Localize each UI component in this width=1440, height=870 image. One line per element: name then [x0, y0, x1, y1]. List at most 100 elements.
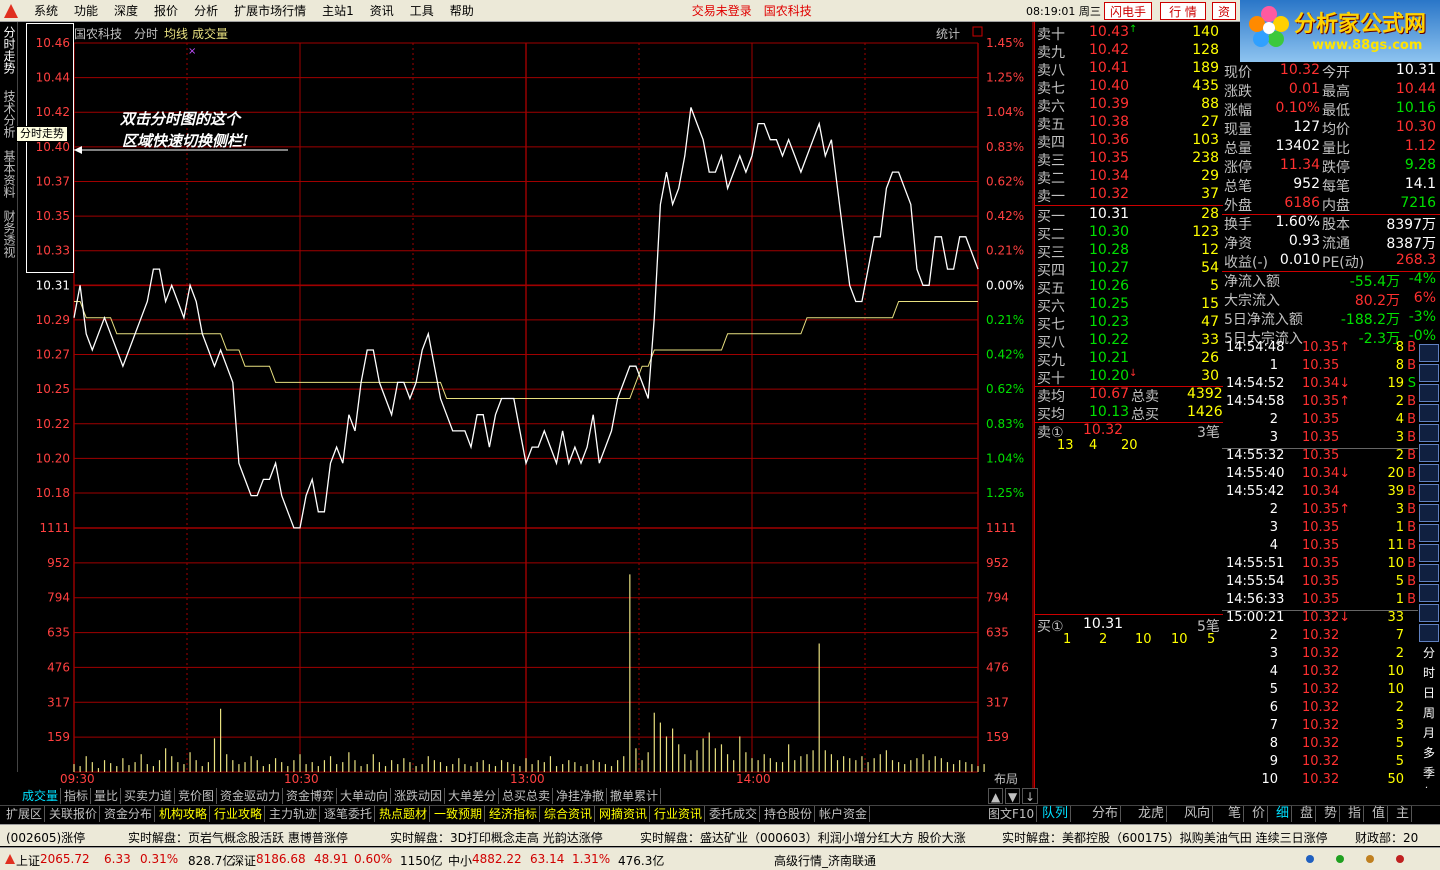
tick-row[interactable]: 8 10.32 5 [1222, 736, 1418, 754]
menu-news[interactable]: 资讯 [362, 2, 402, 19]
sell-level[interactable]: 卖四 10.36 103 [1035, 132, 1223, 151]
side-tab-profile[interactable]: 基本资料 [1, 150, 17, 198]
indicator-tab[interactable]: 涨跌动因 [392, 788, 446, 804]
tick-row[interactable]: 15:00:21 10.32↓ 33 [1222, 610, 1418, 628]
book-tab[interactable]: 风向 [1182, 806, 1214, 822]
indicator-tab[interactable]: 资金博弈 [284, 788, 338, 804]
buy-level[interactable]: 买十 10.20 30 ↓ [1035, 368, 1223, 387]
chart-stat-label[interactable]: 统计 [936, 27, 960, 41]
brand-url[interactable]: www.88gs.com [1312, 38, 1422, 53]
tick-row[interactable]: 2 10.35 4 B [1222, 412, 1418, 430]
period-tab[interactable]: 时 [1419, 664, 1439, 682]
indicator-tab[interactable]: 竞价图 [176, 788, 218, 804]
ticker-item[interactable]: 实时解盘：美都控股（600175）拟购美油气田 连续三日涨停 [1002, 829, 1328, 846]
buy-level[interactable]: 买八 10.22 33 [1035, 332, 1223, 351]
menu-help[interactable]: 帮助 [442, 2, 482, 19]
tick-row[interactable]: 14:54:48 10.35↑ 8 B [1222, 340, 1418, 358]
sell-level[interactable]: 卖六 10.39 88 [1035, 96, 1223, 115]
layout-button[interactable]: 布局 [994, 772, 1018, 786]
tick-row[interactable]: 9 10.32 5 [1222, 754, 1418, 772]
period-tab[interactable]: 季 [1419, 764, 1439, 782]
tick-row[interactable]: 14:54:52 10.34↓ 19 S [1222, 376, 1418, 394]
book-tab[interactable]: 指 [1346, 806, 1365, 822]
extension-tab[interactable]: 持仓股份 [762, 806, 816, 822]
quote-button[interactable]: 行 情 [1160, 2, 1206, 20]
period-tab[interactable]: 日 [1419, 684, 1439, 702]
extension-tab[interactable]: 网摘资讯 [597, 806, 651, 822]
tick-row[interactable]: 14:55:42 10.34 39 B [1222, 484, 1418, 502]
period-tab[interactable]: 周 [1419, 704, 1439, 722]
tick-row[interactable]: 2 10.35↑ 3 B [1222, 502, 1418, 520]
indicator-tab[interactable]: 总买总卖 [500, 788, 554, 804]
sh-label[interactable]: 上证 [16, 852, 40, 869]
tick-row[interactable]: 7 10.32 3 [1222, 718, 1418, 736]
period-tab[interactable]: 月 [1419, 724, 1439, 742]
menu-tools[interactable]: 工具 [402, 2, 442, 19]
tick-row[interactable]: 5 10.32 10 [1222, 682, 1418, 700]
side-tab-intraday[interactable]: 分时走势 [1, 26, 17, 74]
tick-row[interactable]: 4 10.35 11 B [1222, 538, 1418, 556]
menu-function[interactable]: 功能 [66, 2, 106, 19]
tool-icon[interactable] [1419, 584, 1439, 602]
tool-icon[interactable] [1419, 384, 1439, 402]
extension-tab[interactable]: 热点题材 [377, 806, 431, 822]
book-tab[interactable]: 笔 [1226, 806, 1245, 822]
tick-row[interactable]: 3 10.35 1 B [1222, 520, 1418, 538]
sell-level[interactable]: 卖十 10.43 140 ↑ [1035, 24, 1223, 43]
extension-tab[interactable]: 行业资讯 [652, 806, 706, 822]
menu-analysis[interactable]: 分析 [186, 2, 226, 19]
extension-tab[interactable]: 主力轨迹 [267, 806, 321, 822]
tool-icon[interactable] [1419, 424, 1439, 442]
tick-row[interactable]: 14:55:40 10.34↓ 20 B [1222, 466, 1418, 484]
period-tab[interactable]: 分 [1419, 644, 1439, 662]
scroll-down-icon[interactable]: ▼ [1005, 788, 1021, 804]
menu-main-station[interactable]: 主站1 [314, 2, 362, 19]
book-tab[interactable]: 势 [1322, 806, 1341, 822]
period-tab[interactable]: 多 [1419, 744, 1439, 762]
extension-tab[interactable]: 帐户资金 [817, 806, 871, 822]
extension-tab[interactable]: 一致预期 [432, 806, 486, 822]
menu-depth[interactable]: 深度 [106, 2, 146, 19]
tool-icon[interactable] [1419, 624, 1439, 642]
ticker-item[interactable]: 财政部：20 [1355, 829, 1418, 846]
asset-button[interactable]: 资 [1212, 2, 1236, 20]
indicator-tab[interactable]: 大单差分 [446, 788, 500, 804]
buy-level[interactable]: 买六 10.25 15 [1035, 296, 1223, 315]
buy-level[interactable]: 买九 10.21 26 [1035, 350, 1223, 369]
tool-icon[interactable] [1419, 444, 1439, 462]
buy-level[interactable]: 买四 10.27 54 [1035, 260, 1223, 279]
tray-icon[interactable] [1396, 855, 1404, 863]
tool-icon[interactable] [1419, 344, 1439, 362]
extension-tab[interactable]: 综合资讯 [542, 806, 596, 822]
indicator-tab[interactable]: 净挂净撤 [554, 788, 608, 804]
buy-level[interactable]: 买五 10.26 5 [1035, 278, 1223, 297]
tool-icon[interactable] [1419, 544, 1439, 562]
flash-trade-button[interactable]: 闪电手 [1104, 2, 1152, 20]
tray-icon[interactable] [1336, 855, 1344, 863]
tray-icon[interactable] [1306, 855, 1314, 863]
menu-system[interactable]: 系统 [26, 2, 66, 19]
buy-level[interactable]: 买三 10.28 12 [1035, 242, 1223, 261]
book-tab[interactable]: 分布 [1090, 806, 1122, 822]
price-axis-highlight-box[interactable] [26, 23, 74, 273]
extension-tab[interactable]: 机构攻略 [157, 806, 211, 822]
ticker-item[interactable]: 实时解盘：页岩气概念股活跃 惠博普涨停 [128, 829, 348, 846]
tool-icon[interactable] [1419, 504, 1439, 522]
tick-row[interactable]: 2 10.32 7 [1222, 628, 1418, 646]
tool-icon[interactable] [1419, 524, 1439, 542]
ticker-item[interactable]: (002605)涨停 [6, 829, 85, 846]
tick-row[interactable]: 3 10.32 2 [1222, 646, 1418, 664]
sell-level[interactable]: 卖九 10.42 128 [1035, 42, 1223, 61]
book-tab[interactable]: 龙虎 [1136, 806, 1168, 822]
scroll-up-icon[interactable]: ▲ [988, 788, 1004, 804]
extension-tab[interactable]: 资金分布 [102, 806, 156, 822]
tick-row[interactable]: 14:55:32 10.35 2 B [1222, 448, 1418, 466]
side-tab-finance[interactable]: 财务透视 [1, 210, 17, 258]
sell-level[interactable]: 卖五 10.38 27 [1035, 114, 1223, 133]
sell-level[interactable]: 卖二 10.34 29 [1035, 168, 1223, 187]
menu-quote[interactable]: 报价 [146, 2, 186, 19]
book-tab[interactable]: 队列 [1040, 806, 1072, 822]
tick-row[interactable]: 4 10.32 10 [1222, 664, 1418, 682]
tray-icon[interactable] [1366, 855, 1374, 863]
sell-level[interactable]: 卖七 10.40 435 [1035, 78, 1223, 97]
